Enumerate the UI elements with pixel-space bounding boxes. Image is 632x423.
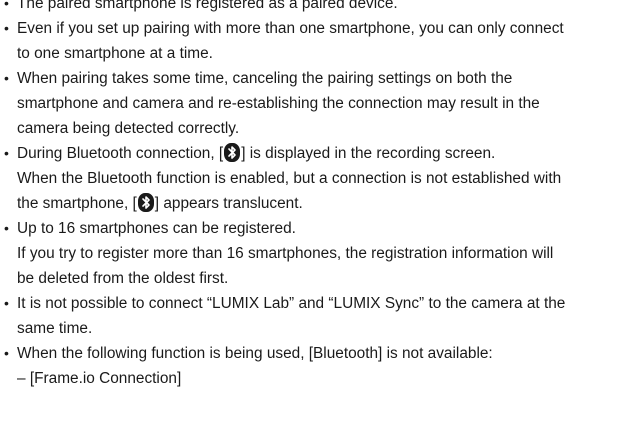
- note-item-lumix-apps: • It is not possible to connect “LUMIX La…: [4, 291, 632, 316]
- bluetooth-icon: [137, 193, 154, 212]
- note-text: – [Frame.io Connection]: [17, 370, 182, 387]
- note-text: smartphone and camera and re-establishin…: [17, 95, 540, 112]
- note-item-bluetooth-unavailable: • When the following function is being us…: [4, 341, 632, 366]
- note-text: When the following function is being use…: [17, 345, 493, 362]
- note-item-paired-device: • The paired smartphone is registered as …: [4, 0, 632, 16]
- note-text: be deleted from the oldest first.: [17, 270, 229, 287]
- note-continuation: camera being detected correctly.: [4, 116, 632, 141]
- note-continuation: smartphone and camera and re-establishin…: [4, 91, 632, 116]
- note-text: When the Bluetooth function is enabled, …: [17, 170, 562, 187]
- note-text: If you try to register more than 16 smar…: [17, 245, 554, 262]
- note-text: ] is displayed in the recording screen.: [241, 145, 496, 162]
- bullet: •: [4, 345, 9, 361]
- bluetooth-icon: [224, 143, 241, 162]
- note-text: Up to 16 smartphones can be registered.: [17, 220, 296, 237]
- note-text: same time.: [17, 320, 93, 337]
- note-item-bluetooth-display: • During Bluetooth connection, [ ] is disp…: [4, 141, 632, 166]
- note-text: ] appears translucent.: [154, 195, 303, 212]
- note-text: camera being detected correctly.: [17, 120, 240, 137]
- note-sub-item: – [Frame.io Connection]: [4, 366, 632, 391]
- note-text: The paired smartphone is registered as a…: [17, 0, 398, 12]
- note-text: to one smartphone at a time.: [17, 45, 213, 62]
- note-continuation: same time.: [4, 316, 632, 341]
- note-text: Even if you set up pairing with more tha…: [17, 20, 564, 37]
- note-item-registration-limit: • Up to 16 smartphones can be registered.: [4, 216, 632, 241]
- note-text: During Bluetooth connection, [: [17, 145, 224, 162]
- bullet: •: [4, 220, 9, 236]
- note-continuation: When the Bluetooth function is enabled, …: [4, 166, 632, 191]
- note-continuation: If you try to register more than 16 smar…: [4, 241, 632, 266]
- note-item-one-smartphone: • Even if you set up pairing with more th…: [4, 16, 632, 41]
- note-item-pairing-time: • When pairing takes some time, canceling…: [4, 66, 632, 91]
- note-continuation: to one smartphone at a time.: [4, 41, 632, 66]
- note-text: It is not possible to connect “LUMIX Lab…: [17, 295, 566, 312]
- bullet: •: [4, 20, 9, 36]
- note-continuation: the smartphone, [ ] appears translucent.: [4, 191, 632, 216]
- note-text: the smartphone, [: [17, 195, 137, 212]
- bullet: •: [4, 70, 9, 86]
- notes-document: • The paired smartphone is registered as …: [0, 0, 632, 391]
- note-text: When pairing takes some time, canceling …: [17, 70, 513, 87]
- bullet: •: [4, 145, 9, 161]
- bullet: •: [4, 295, 9, 311]
- note-continuation: be deleted from the oldest first.: [4, 266, 632, 291]
- bullet: •: [4, 0, 9, 11]
